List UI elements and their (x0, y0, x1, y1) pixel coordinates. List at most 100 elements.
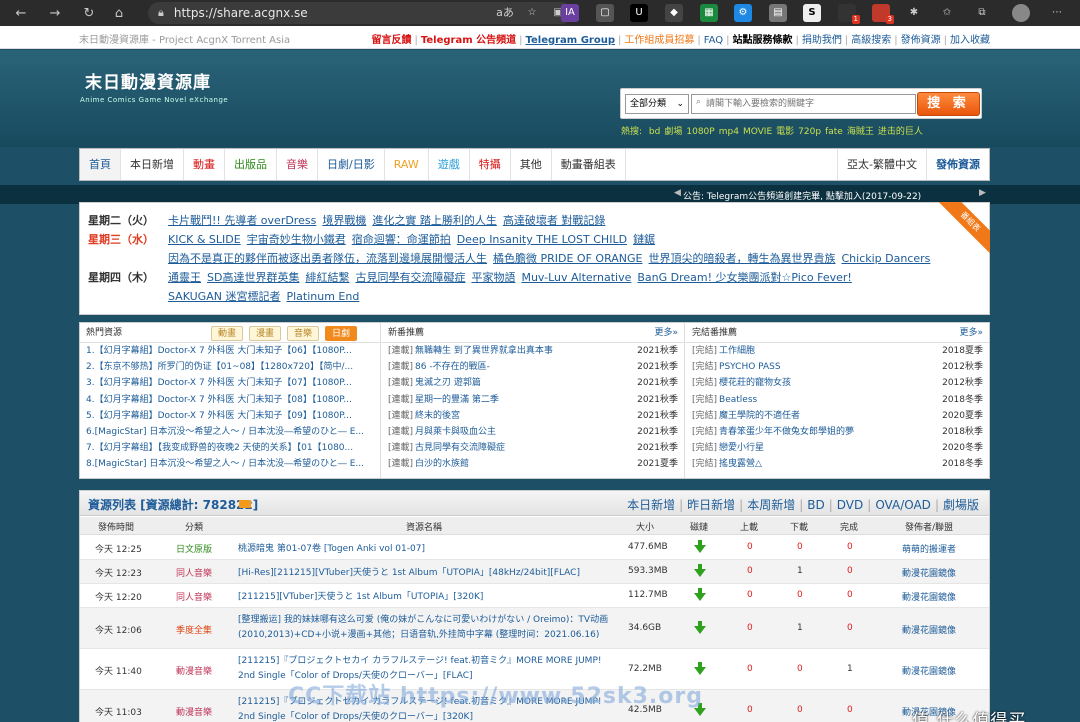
nav-item[interactable]: 動畫番組表 (552, 149, 626, 180)
magnet-link[interactable] (694, 662, 706, 678)
nav-item[interactable]: 本日新增 (121, 149, 184, 180)
resource-filter-link[interactable]: DVD (837, 498, 863, 512)
schedule-anime-link[interactable]: 卡片戰鬥!! 先導者 overDress (168, 214, 316, 227)
hot-search-word[interactable]: 1080P (686, 127, 714, 137)
nav-item[interactable]: 日劇/日影 (318, 149, 385, 180)
recommend-title-link[interactable]: 無職轉生 到了異世界就拿出真本事 (415, 346, 553, 356)
resource-publisher-link[interactable]: 動漫花園鏡像 (902, 566, 956, 579)
schedule-anime-link[interactable]: 緋紅結繫 (305, 271, 349, 284)
top-link[interactable]: 發佈資源 (901, 35, 941, 46)
nav-item[interactable]: 首頁 (80, 149, 121, 180)
resource-name-link[interactable]: [整理搬运] 我的妹妹哪有这么可爱 (俺の妹がこんなに可愛いわけがない / Or… (238, 613, 618, 643)
hot-resource-link[interactable]: 4.【幻月字幕組】Doctor-X 7 外科医 大门未知子【08】【1080P.… (86, 395, 352, 405)
more-menu-icon[interactable]: ⋯ (1048, 4, 1066, 22)
schedule-anime-link[interactable]: 高達破壞者 對戰記錄 (503, 214, 606, 227)
search-button[interactable]: 搜 索 (917, 92, 980, 116)
resource-category-link[interactable]: 日文原版 (176, 542, 212, 555)
nav-item[interactable]: 出版品 (225, 149, 277, 180)
hot-search-word[interactable]: mp4 (719, 127, 739, 137)
resource-publisher-link[interactable]: 動漫花園鏡像 (902, 623, 956, 636)
recommend-title-link[interactable]: 青春笨蛋少年不做兔女郎學姐的夢 (719, 427, 854, 437)
resource-name-link[interactable]: [211215][VTuber]天使うと 1st Album「UTOPIA」[3… (238, 590, 618, 605)
resource-category-link[interactable]: 季度全集 (176, 623, 212, 636)
hot-tab[interactable]: 日劇 (325, 326, 358, 341)
magnet-link[interactable] (694, 564, 706, 580)
col-download[interactable]: 下載 (790, 520, 808, 533)
resource-category-link[interactable]: 同人音樂 (176, 590, 212, 603)
extensions-puzzle-icon[interactable]: ✱ (905, 4, 923, 22)
extension-badge1-icon[interactable]: 1 (838, 4, 860, 24)
hot-search-word[interactable]: fate (825, 127, 843, 137)
schedule-anime-link[interactable]: SAKUGAN 迷宮標記者 (168, 290, 280, 303)
hot-search-word[interactable]: 電影 (776, 127, 794, 137)
extension-s-icon[interactable]: S (803, 4, 821, 22)
extension-badge2-icon[interactable]: 3 (872, 4, 894, 24)
rss-icon[interactable] (239, 500, 251, 508)
resource-category-link[interactable]: 動漫音樂 (176, 705, 212, 718)
nav-item[interactable]: 音樂 (277, 149, 318, 180)
schedule-anime-link[interactable]: BanG Dream! 少女樂團派對☆Pico Fever! (637, 271, 851, 284)
announcement-text[interactable]: 公告: Telegram公告頻道創建完畢, 點擊加入(2017-09-22) (683, 189, 921, 202)
recommend-title-link[interactable]: 古見同學有交流障礙症 (415, 443, 505, 453)
col-size[interactable]: 大小 (636, 520, 654, 533)
category-select[interactable]: 全部分類 ⌄ (625, 94, 689, 114)
top-link[interactable]: 留言反饋 (372, 35, 412, 46)
top-link[interactable]: Telegram Group (525, 35, 615, 46)
schedule-anime-link[interactable]: 世界頂尖的暗殺者，轉生為異世界貴族 (649, 252, 836, 265)
schedule-anime-link[interactable]: 平家物語 (471, 271, 515, 284)
extension-green-icon[interactable]: ▦ (700, 4, 718, 22)
recommend-title-link[interactable]: 鬼滅之刃 遊郭篇 (415, 378, 481, 388)
recommend-title-link[interactable]: 終末的後宮 (415, 411, 460, 421)
recommend-title-link[interactable]: 櫻花莊的寵物女孩 (719, 378, 791, 388)
top-link[interactable]: 站點服務條款 (733, 35, 793, 46)
next-arrow-icon[interactable]: ▶ (979, 188, 986, 198)
nav-item[interactable]: 特攝 (470, 149, 511, 180)
resource-filter-link[interactable]: 本周新增 (747, 498, 795, 512)
schedule-anime-link[interactable]: 境界戰機 (322, 214, 366, 227)
col-complete[interactable]: 完成 (840, 520, 858, 533)
nav-item[interactable]: RAW (385, 149, 429, 180)
hot-tab[interactable]: 漫畫 (249, 326, 282, 341)
extension-shield-icon[interactable]: ◆ (665, 4, 683, 22)
schedule-anime-link[interactable]: SD高達世界群英集 (207, 271, 299, 284)
schedule-anime-link[interactable]: 橘色膽微 PRIDE OF ORANGE (493, 252, 643, 265)
extension-ia-icon[interactable]: IA (561, 4, 579, 22)
recommend-title-link[interactable]: 搖曳露營△ (719, 459, 762, 469)
hot-resource-link[interactable]: 5.【幻月字幕組】Doctor-X 7 外科医 大门未知子【09】【1080P.… (86, 411, 352, 421)
schedule-anime-link[interactable]: 古見同學有交流障礙症 (355, 271, 465, 284)
hot-resource-link[interactable]: 1.【幻月字幕組】Doctor-X 7 外科医 大门未知子【06】【1080P.… (86, 346, 352, 356)
resource-filter-link[interactable]: BD (807, 498, 824, 512)
profile-avatar[interactable] (1012, 4, 1030, 22)
back-icon[interactable]: ← (8, 6, 34, 21)
hot-search-word[interactable]: 进击的巨人 (878, 127, 923, 137)
schedule-anime-link[interactable]: 宿命迴響：命運節拍 (352, 233, 451, 246)
hot-resource-link[interactable]: 2.【东京不够热】所罗门的伪证【01~08】【1280x720】【简中/... (86, 362, 353, 372)
resource-category-link[interactable]: 同人音樂 (176, 566, 212, 579)
schedule-anime-link[interactable]: 鏈鋸 (633, 233, 655, 246)
extension-gray-icon[interactable]: ▤ (769, 4, 787, 22)
hot-search-word[interactable]: 720p (798, 127, 821, 137)
schedule-anime-link[interactable]: Platinum End (286, 290, 359, 303)
collections-icon[interactable]: ⧉ (973, 4, 991, 22)
magnet-link[interactable] (694, 588, 706, 604)
schedule-anime-link[interactable]: 因為不是真正的夥伴而被逐出勇者隊伍，流落到邊境展開慢活人生 (168, 252, 487, 265)
search-input[interactable] (691, 94, 916, 114)
top-link[interactable]: Telegram 公告頻道 (421, 35, 516, 46)
recommend-title-link[interactable]: 白沙的水族館 (415, 459, 469, 469)
schedule-anime-link[interactable]: 進化之實 踏上勝利的人生 (372, 214, 497, 227)
hot-resource-link[interactable]: 6.[MagicStar] 日本沉没～希望之人～ / 日本沈没―希望のひと― E… (86, 427, 364, 437)
new-recommend-more-link[interactable]: 更多» (654, 323, 678, 343)
resource-filter-link[interactable]: OVA/OAD (875, 498, 931, 512)
resource-publisher-link[interactable]: 動漫花園鏡像 (902, 664, 956, 677)
top-link[interactable]: FAQ (704, 35, 723, 46)
hot-tab[interactable]: 音樂 (287, 326, 320, 341)
site-logo[interactable]: 末日動漫資源庫 (85, 68, 211, 93)
hot-search-word[interactable]: 海賊王 (847, 127, 874, 137)
col-upload[interactable]: 上載 (740, 520, 758, 533)
recommend-title-link[interactable]: 86 -不存在的戰區- (415, 362, 490, 372)
forward-icon[interactable]: → (42, 6, 68, 21)
resource-filter-link[interactable]: 劇場版 (943, 498, 979, 512)
resource-filter-link[interactable]: 昨日新增 (687, 498, 735, 512)
schedule-anime-link[interactable]: Muv-Luv Alternative (521, 271, 631, 284)
magnet-link[interactable] (694, 621, 706, 637)
